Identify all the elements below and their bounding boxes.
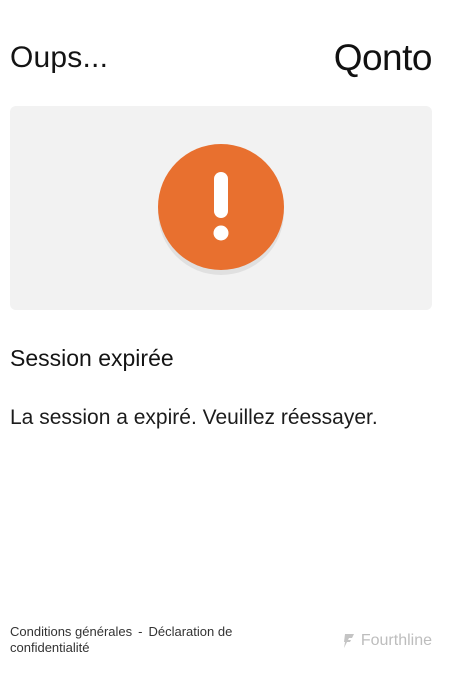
exclamation-icon [213,172,229,241]
error-page: Oups... Qonto Session expirée La session… [0,0,454,674]
error-heading: Session expirée [10,345,174,371]
fourthline-logo-icon [343,634,354,648]
error-message: La session a expiré. Veuillez réessayer. [10,406,378,429]
powered-by-label: Fourthline [360,632,432,649]
header: Oups... Qonto [10,36,433,80]
qonto-logo: Qonto [333,37,433,78]
error-illustration [10,106,432,310]
footer: Conditions générales - Déclaration de conf… [10,624,432,656]
footer-separator: - [138,624,143,639]
page-title: Oups... [10,41,109,74]
alert-circle [158,144,284,270]
terms-link[interactable]: Conditions générales [10,624,132,639]
footer-links: Conditions générales - Déclaration de conf… [10,624,280,656]
powered-by: Fourthline [343,632,432,650]
